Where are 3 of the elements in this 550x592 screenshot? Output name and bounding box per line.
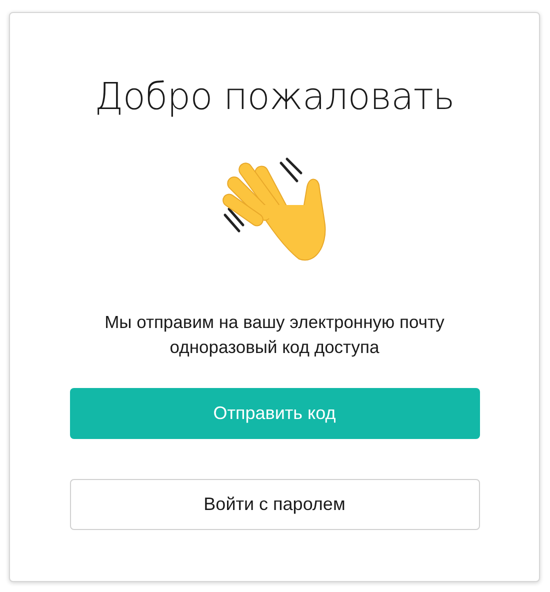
password-login-button[interactable]: Войти с паролем bbox=[70, 479, 480, 530]
welcome-title: Добро пожаловать bbox=[94, 75, 454, 119]
info-text: Мы отправим на вашу электронную почту одноразовый код доступа bbox=[104, 311, 446, 359]
